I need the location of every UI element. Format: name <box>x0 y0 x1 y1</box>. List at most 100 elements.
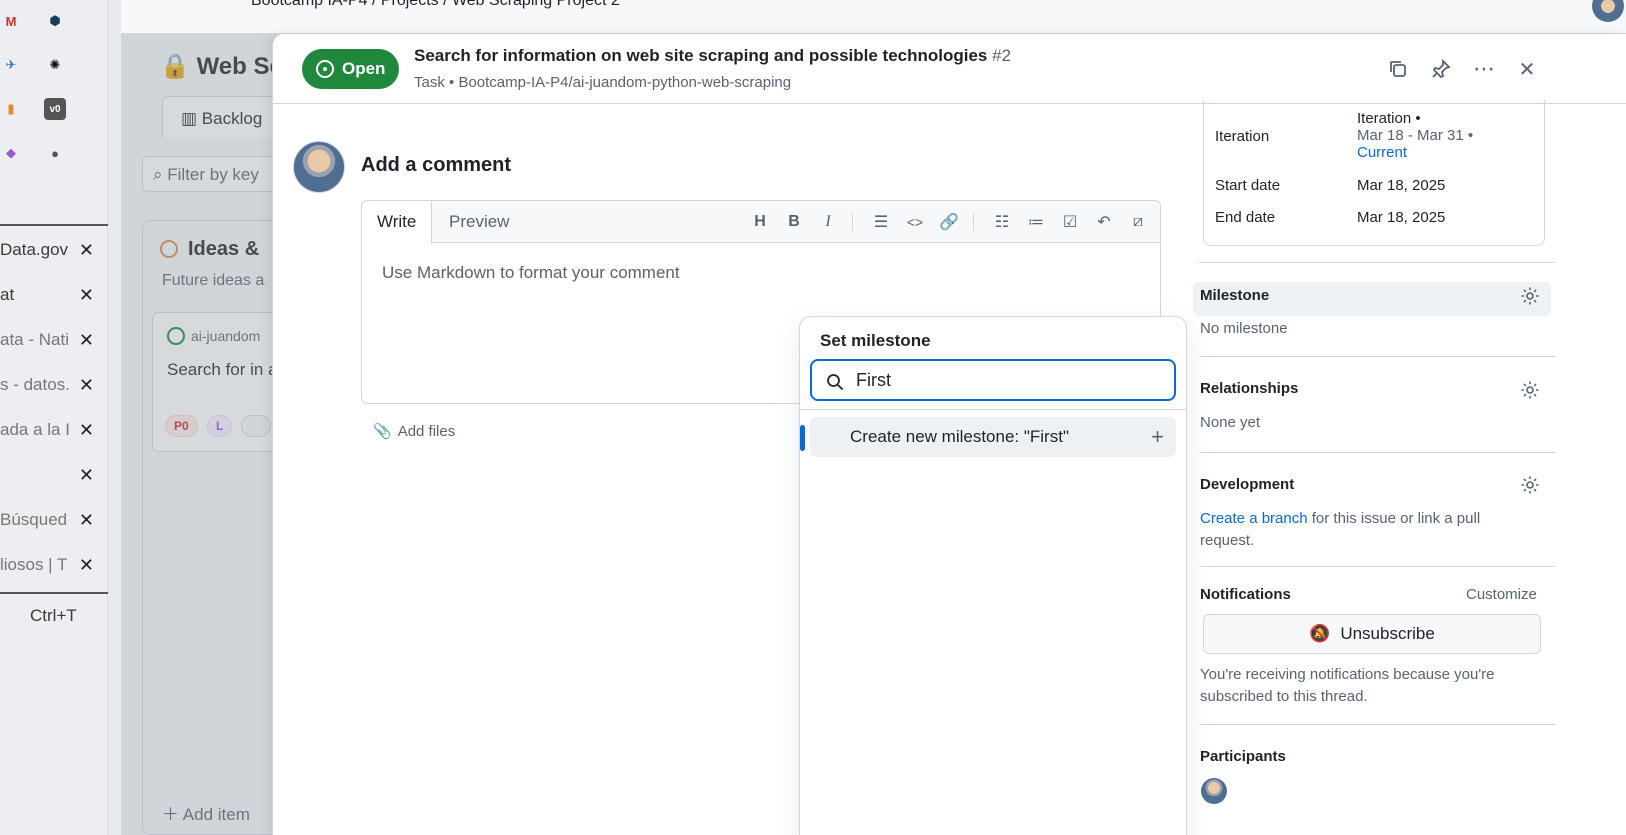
tab-divider <box>0 224 108 226</box>
close-icon[interactable]: ✕ <box>79 330 94 351</box>
issue-header: Open Search for information on web site … <box>273 34 1626 104</box>
pin-icon[interactable] <box>1428 56 1454 82</box>
repo-link[interactable]: Bootcamp-IA-P4/ai-juandom-python-web-scr… <box>458 74 791 91</box>
close-icon[interactable]: ✕ <box>79 375 94 396</box>
close-icon[interactable]: ✕ <box>79 465 94 486</box>
gear-icon[interactable] <box>1520 380 1542 402</box>
issue-meta: Task • Bootcamp-IA-P4/ai-juandom-python-… <box>414 74 792 91</box>
v0-icon[interactable]: v0 <box>44 98 66 120</box>
bell-slash-icon: 🔕 <box>1309 624 1331 643</box>
sidebar-divider <box>1199 724 1555 725</box>
italic-icon[interactable]: I <box>817 211 839 233</box>
dropdown-divider <box>800 409 1186 410</box>
toolbar-separator <box>852 213 853 231</box>
status-badge: Open <box>302 49 400 89</box>
start-date-label: Start date <box>1215 177 1281 194</box>
copy-icon[interactable] <box>1385 56 1411 82</box>
vertical-tab[interactable]: ada a la I ✕ <box>0 412 108 448</box>
editor-tab-bar: Write Preview H B I ☰ <> 🔗 ☷ ≔ ☑ ↶ ⧄ <box>362 201 1160 244</box>
link-icon[interactable]: 🔗 <box>938 211 960 233</box>
vertical-tab[interactable]: Data.gov ✕ <box>0 232 108 268</box>
breadcrumb[interactable]: Bootcamp IA-P4 / Projects / Web Scraping… <box>251 0 620 10</box>
issue-side-panel: Open Search for information on web site … <box>272 34 1626 835</box>
paperclip-icon: 📎 <box>373 423 392 440</box>
tab-label: s - datos. <box>0 375 70 394</box>
close-icon[interactable]: ✕ <box>79 240 94 261</box>
close-icon[interactable]: ✕ <box>79 420 94 441</box>
close-icon[interactable]: ✕ <box>79 285 94 306</box>
vertical-tab[interactable]: Búsqued ✕ <box>0 502 108 538</box>
tab-label: Data.gov <box>0 240 69 259</box>
unordered-list-icon[interactable]: ☷ <box>991 211 1013 233</box>
gmail-icon[interactable]: M <box>0 10 22 32</box>
new-tab-shortcut[interactable]: Ctrl+T <box>30 606 77 626</box>
quote-icon[interactable]: ☰ <box>870 211 892 233</box>
app-hex-icon[interactable]: ⬢ <box>44 10 66 32</box>
issue-title[interactable]: Search for information on web site scrap… <box>414 46 1011 66</box>
end-date-value[interactable]: Mar 18, 2025 <box>1357 209 1445 226</box>
tab-label: Búsqued <box>0 510 68 529</box>
browser-tab-strip: M ⬢ ✈ ✺ ▮ v0 ◆ ● Data.gov ✕ at ✕ ata - Nat… <box>0 0 108 835</box>
github-top-bar: Bootcamp IA-P4 / Projects / Web Scraping… <box>121 0 1626 34</box>
more-options-icon[interactable]: ⋯ <box>1471 56 1497 82</box>
iteration-label: Iteration <box>1215 128 1270 145</box>
development-text: Create a branch for this issue or link a… <box>1200 510 1481 549</box>
slash-command-icon[interactable]: ⧄ <box>1127 211 1149 233</box>
gear-icon[interactable] <box>1520 475 1542 497</box>
tab-write[interactable]: Write <box>362 201 433 244</box>
vertical-tab[interactable]: ✕ <box>0 457 108 493</box>
sidebar-divider <box>1199 356 1555 357</box>
close-icon[interactable]: ✕ <box>79 555 94 576</box>
tab-label: ata - Nati <box>0 330 69 349</box>
bird-icon[interactable]: ✈ <box>0 54 22 76</box>
bars-icon[interactable]: ▮ <box>0 98 22 120</box>
milestone-value: No milestone <box>1200 320 1288 337</box>
relationships-heading: Relationships <box>1200 380 1299 397</box>
start-date-value[interactable]: Mar 18, 2025 <box>1357 177 1445 194</box>
sidebar-divider <box>1199 452 1555 453</box>
iteration-range: Mar 18 - Mar 31 • <box>1357 127 1474 144</box>
openai-icon[interactable]: ✺ <box>44 54 66 76</box>
toolbar-separator <box>973 213 974 231</box>
tab-label: ada a la I <box>0 420 70 439</box>
heading-icon[interactable]: H <box>749 211 771 233</box>
add-files-button[interactable]: 📎 Add files <box>373 422 455 441</box>
task-list-icon[interactable]: ☑ <box>1059 211 1081 233</box>
plus-icon: + <box>1151 424 1164 449</box>
notification-reason: You're receiving notifications because y… <box>1200 666 1495 705</box>
create-milestone-option[interactable]: Create new milestone: "First" + <box>810 417 1176 457</box>
vertical-tab[interactable]: s - datos. ✕ <box>0 367 108 403</box>
iteration-current: Current <box>1357 144 1408 161</box>
close-panel-icon[interactable]: ✕ <box>1514 56 1540 82</box>
participant-avatar[interactable] <box>1201 778 1227 804</box>
relationships-value: None yet <box>1200 414 1261 431</box>
gear-icon[interactable] <box>1520 286 1542 308</box>
participants-heading: Participants <box>1200 748 1286 765</box>
notifications-heading: Notifications <box>1200 586 1291 603</box>
tab-label: liosos | T <box>0 555 68 574</box>
vertical-tab[interactable]: liosos | T ✕ <box>0 547 108 583</box>
sidebar-divider <box>1199 566 1555 567</box>
comment-textarea[interactable]: Use Markdown to format your comment <box>382 263 680 283</box>
vertical-tab[interactable]: at ✕ <box>0 277 108 313</box>
modal-overlay[interactable] <box>121 34 281 835</box>
ordered-list-icon[interactable]: ≔ <box>1025 211 1047 233</box>
cube-icon[interactable]: ◆ <box>0 142 22 164</box>
create-branch-link[interactable]: Create a branch <box>1200 510 1308 527</box>
reply-icon[interactable]: ↶ <box>1093 211 1115 233</box>
vertical-tab[interactable]: ata - Nati ✕ <box>0 322 108 358</box>
iteration-value[interactable]: Iteration • <box>1357 110 1421 127</box>
avatar[interactable] <box>293 141 345 193</box>
milestone-search-input[interactable] <box>810 359 1176 401</box>
tab-preview[interactable]: Preview <box>434 201 524 244</box>
search-icon <box>826 373 844 394</box>
issue-opened-icon <box>316 60 334 78</box>
code-icon[interactable]: <> <box>904 211 926 233</box>
bold-icon[interactable]: B <box>783 211 805 233</box>
unsubscribe-button[interactable]: 🔕 Unsubscribe <box>1203 614 1541 654</box>
customize-link[interactable]: Customize <box>1466 586 1537 603</box>
close-icon[interactable]: ✕ <box>79 510 94 531</box>
tab-label: at <box>0 285 15 304</box>
github-icon[interactable]: ● <box>44 142 66 164</box>
active-item-indicator <box>800 425 805 451</box>
